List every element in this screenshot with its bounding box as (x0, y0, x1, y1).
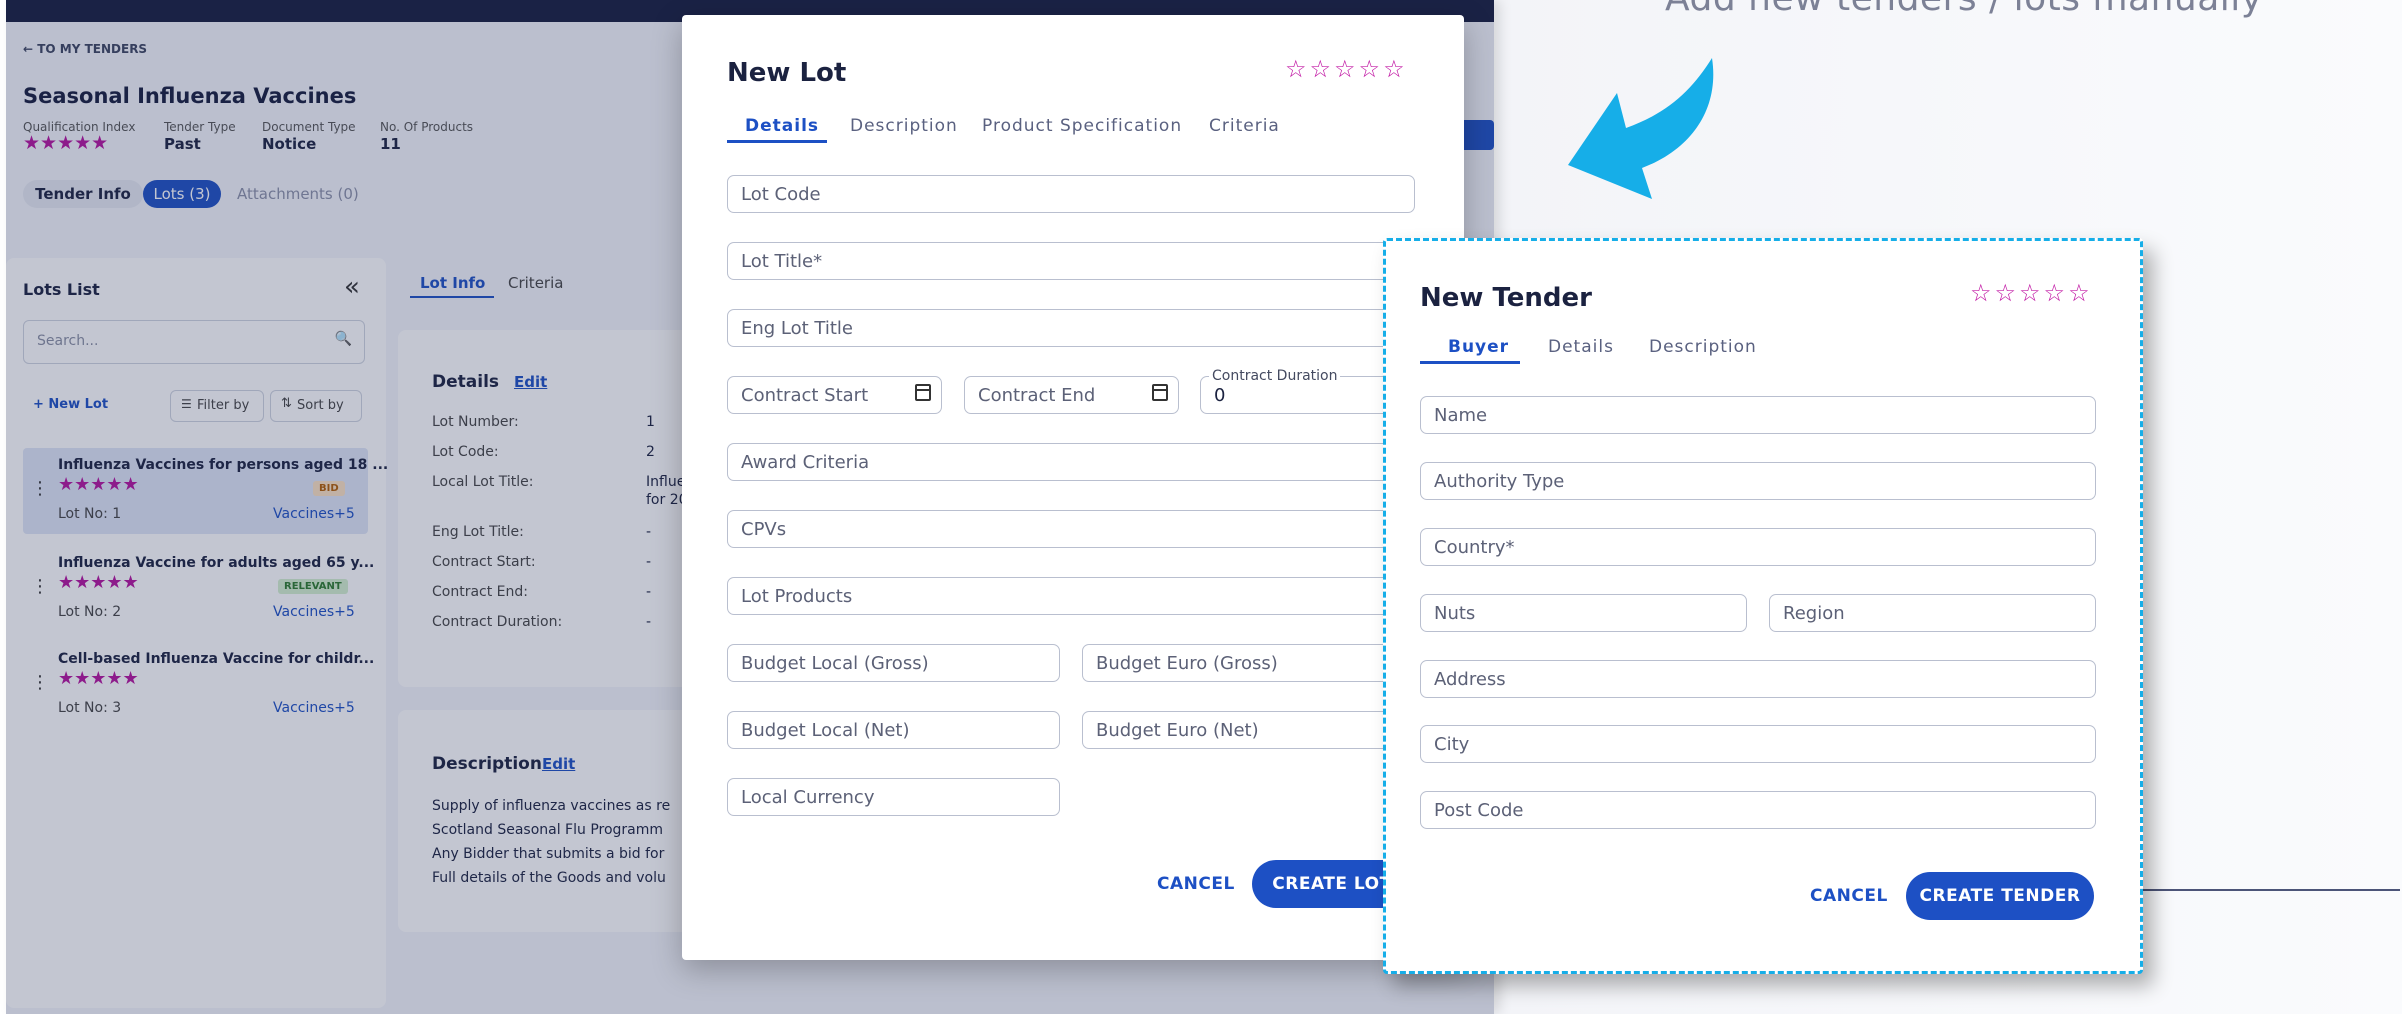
lot-code-field[interactable]: Lot Code (727, 175, 1415, 213)
new-tender-modal: New Tender ☆☆☆☆☆ Buyer Details Descripti… (1383, 238, 2143, 974)
tab-details[interactable]: Details (745, 116, 819, 136)
new-lot-rating-stars[interactable]: ☆☆☆☆☆ (1285, 55, 1408, 83)
country-field[interactable]: Country* (1420, 528, 2096, 566)
contract-start-field[interactable]: Contract Start (727, 376, 942, 414)
region-field[interactable]: Region (1769, 594, 2096, 632)
calendar-icon[interactable] (1152, 384, 1168, 401)
create-tender-button[interactable]: CREATE TENDER (1906, 872, 2094, 920)
tab-description[interactable]: Description (1649, 337, 1757, 357)
authority-type-field[interactable]: Authority Type (1420, 462, 2096, 500)
nuts-field[interactable]: Nuts (1420, 594, 1747, 632)
cancel-button[interactable]: CANCEL (1810, 886, 1888, 906)
lot-products-field[interactable]: Lot Products (727, 577, 1415, 615)
contract-end-field[interactable]: Contract End (964, 376, 1179, 414)
budget-euro-gross-field[interactable]: Budget Euro (Gross) (1082, 644, 1415, 682)
new-tender-title: New Tender (1420, 283, 1592, 313)
connector-line (2140, 889, 2400, 891)
local-currency-field[interactable]: Local Currency (727, 778, 1060, 816)
callout-arrow-icon (1568, 58, 1714, 199)
budget-local-net-field[interactable]: Budget Local (Net) (727, 711, 1060, 749)
contract-duration-label: Contract Duration (1209, 368, 1341, 384)
new-lot-modal: New Lot ☆☆☆☆☆ Details Description Produc… (682, 15, 1464, 960)
tab-underline (727, 140, 827, 143)
tab-buyer[interactable]: Buyer (1448, 337, 1509, 357)
budget-local-gross-field[interactable]: Budget Local (Gross) (727, 644, 1060, 682)
cancel-button[interactable]: CANCEL (1157, 874, 1235, 894)
name-field[interactable]: Name (1420, 396, 2096, 434)
address-field[interactable]: Address (1420, 660, 2096, 698)
tab-criteria[interactable]: Criteria (1209, 116, 1280, 136)
calendar-icon[interactable] (915, 384, 931, 401)
award-criteria-field[interactable]: Award Criteria (727, 443, 1415, 481)
city-field[interactable]: City (1420, 725, 2096, 763)
tab-product-specification[interactable]: Product Specification (982, 116, 1182, 136)
budget-euro-net-field[interactable]: Budget Euro (Net) (1082, 711, 1415, 749)
post-code-field[interactable]: Post Code (1420, 791, 2096, 829)
cpvs-field[interactable]: CPVs (727, 510, 1415, 548)
new-lot-title: New Lot (727, 58, 847, 88)
eng-lot-title-field[interactable]: Eng Lot Title (727, 309, 1415, 347)
tab-underline (1420, 361, 1520, 364)
lot-title-field[interactable]: Lot Title* (727, 242, 1415, 280)
contract-duration-value: 0 (1214, 385, 1226, 406)
tab-details[interactable]: Details (1548, 337, 1614, 357)
caption-text: Add new tenders / lots manually (1665, 0, 2263, 19)
tab-description[interactable]: Description (850, 116, 958, 136)
new-tender-rating-stars[interactable]: ☆☆☆☆☆ (1970, 279, 2093, 307)
